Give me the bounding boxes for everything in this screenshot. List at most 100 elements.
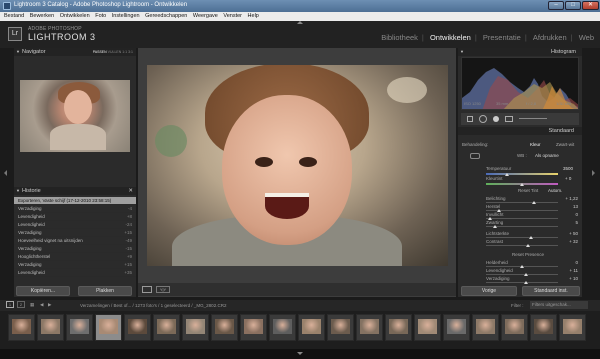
filmstrip-thumbnail[interactable] xyxy=(182,314,209,341)
page-2-icon[interactable]: 2 xyxy=(17,301,25,308)
minimize-button[interactable]: – xyxy=(548,1,564,10)
filmstrip-thumbnail[interactable] xyxy=(124,314,151,341)
menu-bewerken[interactable]: Bewerken xyxy=(30,13,54,19)
filmstrip-thumbnail[interactable] xyxy=(298,314,325,341)
filmstrip-thumbnail[interactable] xyxy=(153,314,180,341)
filmstrip-thumbnail[interactable] xyxy=(559,314,586,341)
nav-tab-fit[interactable]: PASSEN xyxy=(93,50,107,54)
temp-slider[interactable] xyxy=(486,173,558,175)
filmstrip-source[interactable]: Verzamelingen / Best of... / 1273 foto's… xyxy=(80,303,226,308)
tint-value[interactable]: + 0 xyxy=(565,176,571,181)
history-item[interactable]: Hoeveelheid vignet na uitsnijden -49 xyxy=(14,237,136,245)
close-button[interactable]: ✕ xyxy=(582,1,599,10)
tint-knob[interactable] xyxy=(520,183,524,186)
menu-help[interactable]: Help xyxy=(248,13,259,19)
history-item[interactable]: Verzadiging +15 xyxy=(14,229,136,237)
slider-track[interactable] xyxy=(486,282,558,283)
slider-knob[interactable] xyxy=(523,281,528,284)
filmstrip-thumbnail[interactable] xyxy=(356,314,383,341)
slider-value[interactable]: + 11 xyxy=(560,268,578,273)
filmstrip-thumbnail[interactable] xyxy=(66,314,93,341)
filmstrip-thumbnail[interactable] xyxy=(472,314,499,341)
filmstrip-thumbnail[interactable] xyxy=(385,314,412,341)
filmstrip-thumbnail[interactable] xyxy=(8,314,35,341)
slider-value[interactable]: 0 xyxy=(560,212,578,217)
history-item[interactable]: Verzadiging +15 xyxy=(14,261,136,269)
slider-value[interactable]: 13 xyxy=(560,204,578,209)
filmstrip-thumbnail[interactable] xyxy=(240,314,267,341)
slider-value[interactable]: 0 xyxy=(560,260,578,265)
page-1-icon[interactable]: 1 xyxy=(6,301,14,308)
history-item[interactable]: Levendigheid -24 xyxy=(14,221,136,229)
crop-tool-icon[interactable] xyxy=(467,116,473,122)
histogram-header[interactable]: Histogram xyxy=(458,48,582,56)
filmstrip-thumbnail[interactable] xyxy=(95,314,122,341)
basic-header[interactable]: Standaard xyxy=(458,127,582,135)
redeye-icon[interactable] xyxy=(493,116,499,122)
top-panel-toggle-icon[interactable] xyxy=(297,21,303,24)
right-panel-toggle-icon[interactable] xyxy=(592,170,595,176)
slider-value[interactable]: + 50 xyxy=(560,231,578,236)
menu-weergave[interactable]: Weergave xyxy=(193,13,218,19)
before-after-icon[interactable]: Y|Y xyxy=(156,286,170,293)
wb-select[interactable]: Als opname xyxy=(535,153,559,158)
treatment-bw[interactable]: Zwart-wit xyxy=(556,142,574,147)
tone-reset[interactable]: Reset Tint xyxy=(518,188,538,193)
slider-track[interactable] xyxy=(486,202,558,203)
slider-track[interactable] xyxy=(486,274,558,275)
module-bibliotheek[interactable]: Bibliotheek xyxy=(381,33,418,42)
grid-view-icon[interactable]: ▦ xyxy=(30,302,34,308)
nav-tab-1to1[interactable]: 1:1 xyxy=(122,50,127,54)
filmstrip-thumbnail[interactable] xyxy=(327,314,354,341)
left-panel-toggle-icon[interactable] xyxy=(4,170,7,176)
filmstrip-thumbnail[interactable] xyxy=(501,314,528,341)
main-photo[interactable] xyxy=(147,65,448,266)
auto-tone-button[interactable]: Autom. xyxy=(548,188,562,193)
module-web[interactable]: Web xyxy=(579,33,594,42)
filmstrip-thumbnail[interactable] xyxy=(37,314,64,341)
slider-track[interactable] xyxy=(486,218,558,219)
loupe-view-icon[interactable] xyxy=(142,286,152,293)
filmstrip-thumbnail[interactable] xyxy=(211,314,238,341)
nav-tab-3to1[interactable]: 3:1 xyxy=(128,50,133,54)
module-ontwikkelen[interactable]: Ontwikkelen xyxy=(430,33,471,42)
history-item[interactable]: Exporteren, Vaste schijf (17-12-2010 23:… xyxy=(14,197,136,205)
history-item[interactable]: Hooglichtherstel +9 xyxy=(14,253,136,261)
slider-knob[interactable] xyxy=(528,236,533,239)
nav-back-icon[interactable]: ◀ xyxy=(40,302,43,308)
slider-value[interactable]: 5 xyxy=(560,220,578,225)
menu-gereedschappen[interactable]: Gereedschappen xyxy=(145,13,187,19)
navigator-header[interactable]: Navigator PASSEN VULLEN 1:1 3:1 xyxy=(14,48,136,56)
maximize-button[interactable]: □ xyxy=(565,1,581,10)
navigator-preview[interactable] xyxy=(20,80,130,152)
module-afdrukken[interactable]: Afdrukken xyxy=(533,33,567,42)
history-item[interactable]: Levendigheid +35 xyxy=(14,269,136,277)
nav-tab-fill[interactable]: VULLEN xyxy=(108,50,122,54)
history-item[interactable]: Levendigheid +8 xyxy=(14,213,136,221)
menu-bestand[interactable]: Bestand xyxy=(4,13,24,19)
graduated-filter-icon[interactable] xyxy=(505,116,513,122)
wb-picker-icon[interactable] xyxy=(470,153,480,159)
menu-foto[interactable]: Foto xyxy=(95,13,106,19)
bottom-panel-toggle-icon[interactable] xyxy=(297,352,303,355)
slider-value[interactable]: + 10 xyxy=(560,276,578,281)
history-clear-icon[interactable]: ✕ xyxy=(128,187,133,195)
slider-track[interactable] xyxy=(486,226,558,227)
adjustment-brush-icon[interactable] xyxy=(519,118,547,119)
temp-knob[interactable] xyxy=(505,173,509,176)
history-header[interactable]: Historie ✕ xyxy=(14,187,136,195)
temp-value[interactable]: 3500 xyxy=(563,166,573,171)
slider-value[interactable]: + 1,22 xyxy=(560,196,578,201)
slider-track[interactable] xyxy=(486,245,558,246)
previous-button[interactable]: Vorige xyxy=(461,286,517,296)
filmstrip-thumbnail[interactable] xyxy=(443,314,470,341)
module-presentatie[interactable]: Presentatie xyxy=(483,33,521,42)
filmstrip-thumbnail[interactable] xyxy=(530,314,557,341)
slider-track[interactable] xyxy=(486,237,558,238)
reset-button[interactable]: Standaard inst. xyxy=(522,286,580,296)
menu-venster[interactable]: Venster xyxy=(223,13,242,19)
menu-ontwikkelen[interactable]: Ontwikkelen xyxy=(60,13,90,19)
copy-button[interactable]: Kopiëren... xyxy=(16,286,70,296)
menu-instellingen[interactable]: Instellingen xyxy=(112,13,140,19)
slider-knob[interactable] xyxy=(520,265,524,268)
